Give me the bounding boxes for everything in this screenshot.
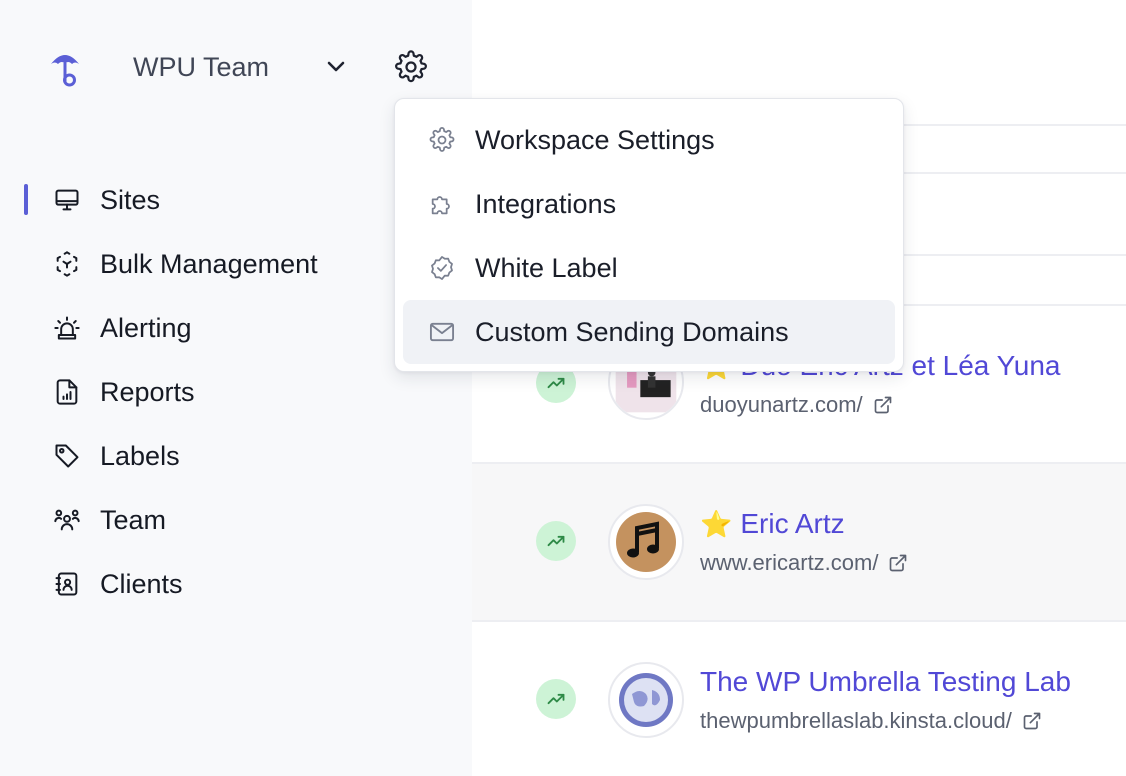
site-url-link[interactable]: duoyunartz.com/ (700, 392, 893, 418)
sidebar-item-label: Clients (100, 568, 183, 599)
menu-item-label: Integrations (475, 188, 617, 219)
sidebar-item-alerting[interactable]: Alerting (52, 308, 192, 348)
team-icon (52, 505, 82, 535)
sidebar-item-label: Alerting (100, 312, 192, 343)
tag-icon (52, 441, 82, 471)
mail-icon (427, 317, 457, 347)
external-link-icon (1023, 712, 1041, 730)
site-url-link[interactable]: thewpumbrellaslab.kinsta.cloud/ (700, 708, 1042, 734)
monitor-icon (52, 185, 82, 215)
external-link-icon (890, 554, 907, 572)
gear-icon (427, 125, 457, 155)
site-name-link[interactable]: The WP Umbrella Testing Lab (700, 666, 1071, 698)
sidebar-item-label: Sites (100, 184, 161, 215)
sidebar-item-labels[interactable]: Labels (52, 436, 180, 476)
workspace-name[interactable]: WPU Team (133, 52, 269, 83)
menu-item-integrations[interactable]: Integrations (403, 172, 895, 236)
site-name: Eric Artz (740, 508, 845, 539)
sidebar-item-label: Bulk Management (100, 248, 318, 279)
sidebar-item-label: Reports (100, 376, 195, 407)
menu-item-label: White Label (475, 252, 618, 283)
contacts-book-icon (52, 569, 82, 599)
menu-item-custom-sending-domains[interactable]: Custom Sending Domains (403, 300, 895, 364)
menu-item-label: Workspace Settings (475, 124, 715, 155)
siren-icon (52, 313, 82, 343)
site-avatar (608, 504, 684, 580)
menu-item-label: Custom Sending Domains (475, 316, 789, 347)
menu-item-workspace-settings[interactable]: Workspace Settings (403, 108, 895, 172)
nav-active-indicator (24, 184, 28, 215)
site-url: duoyunartz.com/ (700, 392, 863, 417)
sidebar-item-bulk-management[interactable]: Bulk Management (52, 244, 318, 284)
chevron-down-icon[interactable] (323, 54, 349, 80)
puzzle-icon (427, 189, 457, 219)
site-name-link[interactable]: ⭐ Eric Artz (700, 508, 845, 540)
site-row[interactable]: The WP Umbrella Testing Lab thewpumbrell… (472, 622, 1126, 776)
umbrella-logo[interactable] (48, 48, 82, 88)
report-file-icon (52, 377, 82, 407)
site-url: www.ericartz.com/ (700, 550, 879, 575)
trending-up-icon (536, 521, 576, 561)
sidebar-item-label: Labels (100, 440, 180, 471)
bulk-cube-icon (52, 249, 82, 279)
menu-item-white-label[interactable]: White Label (403, 236, 895, 300)
site-avatar (608, 662, 684, 738)
sidebar-item-sites[interactable]: Sites (52, 180, 160, 220)
site-name: The WP Umbrella Testing Lab (700, 666, 1071, 697)
site-row[interactable]: ⭐ Eric Artz www.ericartz.com/ (472, 464, 1126, 620)
external-link-icon (874, 396, 891, 414)
badge-check-icon (427, 253, 457, 283)
sidebar-item-reports[interactable]: Reports (52, 372, 195, 412)
gear-icon[interactable] (393, 49, 429, 85)
sidebar-item-label: Team (100, 504, 167, 535)
sidebar-item-clients[interactable]: Clients (52, 564, 183, 604)
site-url-link[interactable]: www.ericartz.com/ (700, 550, 908, 576)
favorite-star-icon[interactable]: ⭐ (700, 509, 732, 540)
trending-up-icon (536, 679, 576, 719)
site-url: thewpumbrellaslab.kinsta.cloud/ (700, 708, 1012, 733)
sidebar-item-team[interactable]: Team (52, 500, 166, 540)
workspace-settings-dropdown: Workspace Settings Integrations White La… (394, 98, 904, 372)
